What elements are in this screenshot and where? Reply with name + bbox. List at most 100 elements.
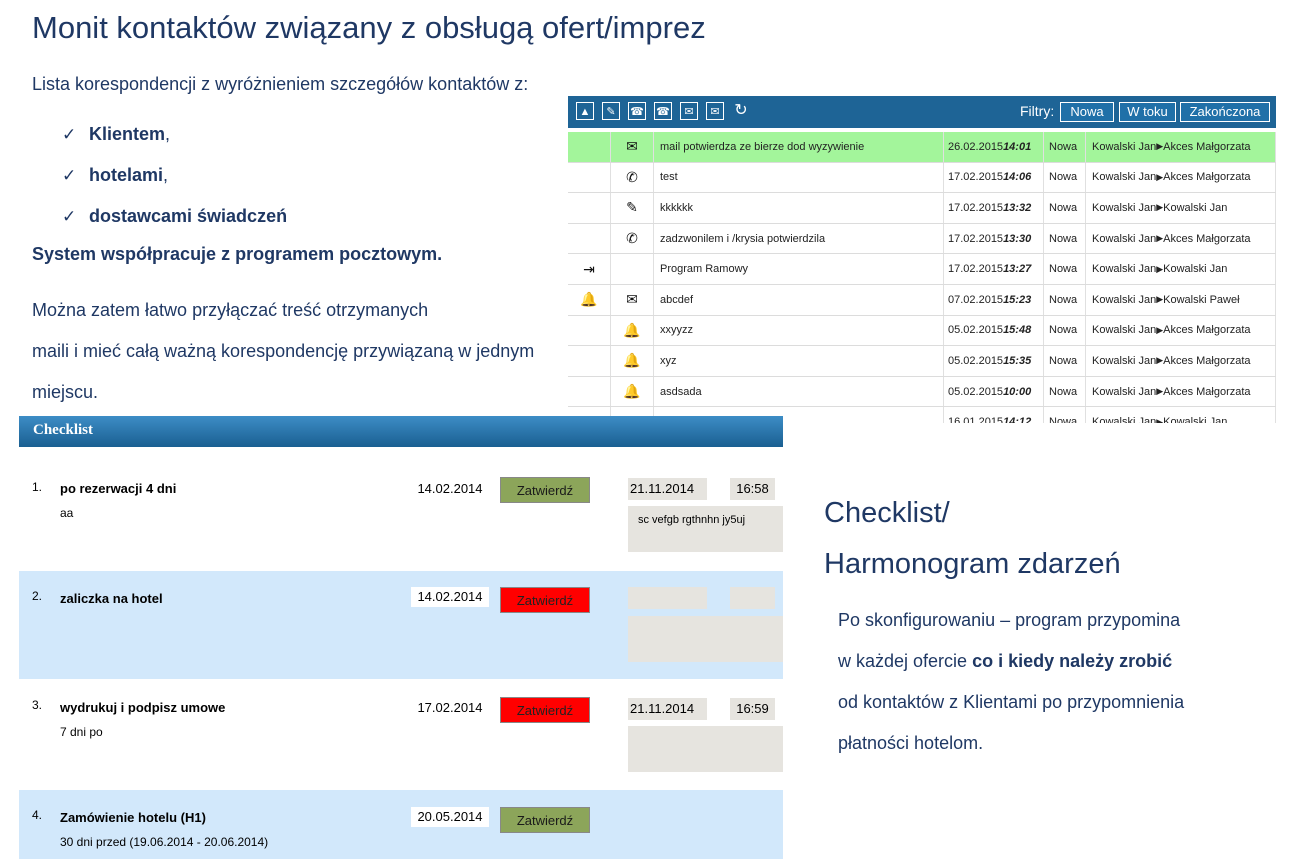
note-field[interactable]: sc vefgb rgthnhn jy5uj — [628, 506, 783, 552]
mail-to: Kowalski Jan — [1163, 263, 1228, 276]
mail-subject-text: zadzwonilem i /krysia potwierdzila — [660, 232, 826, 245]
mail-row-type — [568, 376, 611, 407]
mail-date-text: 17.02.2015 — [948, 201, 1004, 214]
filter-zakonczona-button[interactable]: Zakończona — [1180, 102, 1270, 122]
mail-status: Nowa — [1044, 162, 1086, 193]
confirm-button[interactable]: Zatwierdź — [500, 587, 590, 613]
checklist-heading: Checklist/ Harmonogram zdarzeń — [824, 497, 1121, 580]
filter-nowa-button[interactable]: Nowa — [1060, 102, 1114, 122]
done-time-field[interactable] — [730, 587, 775, 609]
mail-time-text: 15:48 — [1003, 324, 1032, 337]
mail-time-text: 15:23 — [1003, 293, 1032, 306]
mail-time-text: 10:00 — [1003, 385, 1032, 398]
bullet-item: ✓ hotelami, — [62, 165, 169, 185]
mail-status: Nowa — [1044, 284, 1086, 315]
checklist-description: Po skonfigurowaniu – program przypomina … — [838, 610, 1185, 753]
mail-date: 05.02.2015 15:35 — [944, 346, 1044, 376]
done-date-field[interactable]: 21.11.2014 — [628, 698, 707, 720]
mail-row[interactable]: 🔔 ✉ abcdef 07.02.2015 15:23 Nowa Kowalski Jan … — [568, 284, 1276, 316]
arrow-right-icon: ▶ — [1156, 416, 1164, 423]
mail-subject[interactable]: kkkkkk — [654, 193, 944, 223]
done-date-field[interactable]: 21.11.2014 — [628, 478, 707, 500]
mail-from: Kowalski Jan — [1092, 385, 1157, 398]
mail-check-icon: ✉ — [611, 132, 654, 162]
mail-subject[interactable]: zadzwonilem i /krysia potwierdzila — [654, 223, 944, 254]
mail-row[interactable]: 🔔 asdsada 05.02.2015 10:00 Nowa Kowalski Jan … — [568, 376, 1276, 408]
mail-status: Nowa — [1044, 407, 1086, 423]
pencil-icon[interactable]: ✎ — [602, 102, 620, 120]
mail-row[interactable]: 🔔 xyz 05.02.2015 15:35 Nowa Kowalski Jan ▶ Akc… — [568, 346, 1276, 377]
mail-date: 05.02.2015 10:00 — [944, 376, 1044, 407]
phone-icon: ✆ — [611, 223, 654, 254]
checklist-item-date: 20.05.2014 — [411, 807, 489, 827]
mail-from: Kowalski Jan — [1092, 232, 1157, 245]
mail-participants: Kowalski Jan ▶ Akces Małgorzata — [1086, 162, 1276, 193]
mail-row-type — [568, 315, 611, 346]
mail-date-text: 05.02.2015 — [948, 324, 1004, 337]
mail-status: Nowa — [1044, 346, 1086, 376]
export-icon: ⇥ — [568, 254, 611, 284]
alert-icon[interactable]: ▲ — [576, 102, 594, 120]
mail-subject-text: xxyyzz — [660, 324, 693, 337]
mail-row[interactable]: ✆ test 17.02.2015 14:06 Nowa Kowalski Jan ▶ Ak… — [568, 162, 1276, 194]
mail-row[interactable]: ✆ zadzwonilem i /krysia potwierdzila 17.02… — [568, 223, 1276, 255]
intro-text: Lista korespondencji z wyróżnieniem szcz… — [32, 74, 529, 94]
checkmark-icon: ✓ — [62, 165, 77, 185]
mail-subject[interactable]: mail potwierdza ze bierze dod wyzywienie — [654, 132, 944, 162]
done-date-field[interactable] — [628, 587, 707, 609]
mail-from: Kowalski Jan — [1092, 416, 1157, 423]
mail-subject[interactable]: Program Ramowy — [654, 254, 944, 284]
mail-date-text: 05.02.2015 — [948, 385, 1004, 398]
mail-participants: Kowalski Jan ▶ Akces Małgorzata — [1086, 346, 1276, 376]
confirm-button[interactable]: Zatwierdź — [500, 697, 590, 723]
mail-to: Akces Małgorzata — [1163, 324, 1251, 337]
mail-date: 16.01.2015 14:12 — [944, 407, 1044, 423]
mail-subject[interactable]: asdsada — [654, 376, 944, 407]
mail-participants: Kowalski Jan ▶ Kowalski Jan — [1086, 407, 1276, 423]
mail-row[interactable]: ✎ kkkkkk 17.02.2015 13:32 Nowa Kowalski Jan ▶… — [568, 193, 1276, 224]
mail-row[interactable]: ✉ mail potwierdza ze bierze dod wyzywieni… — [568, 132, 1276, 163]
mail-subject[interactable]: abcdef — [654, 284, 944, 315]
mail-edit-icon[interactable]: ✉ — [706, 102, 724, 120]
mail-participants: Kowalski Jan ▶ Akces Małgorzata — [1086, 376, 1276, 407]
refresh-icon[interactable]: ↻ — [732, 102, 750, 120]
mail-subject-text: Program Ramowy — [660, 263, 749, 276]
mail-icon[interactable]: ✉ — [680, 102, 698, 120]
done-time-field[interactable]: 16:59 — [730, 698, 775, 720]
confirm-button[interactable]: Zatwierdź — [500, 477, 590, 503]
checkmark-icon: ✓ — [62, 124, 77, 144]
done-time-field[interactable]: 16:58 — [730, 478, 775, 500]
mail-to: Akces Małgorzata — [1163, 232, 1251, 245]
mail-subject[interactable]: xxyyzz — [654, 315, 944, 346]
bell-icon: 🔔 — [611, 346, 654, 376]
checklist-item-title: Zamówienie hotelu (H1) — [60, 810, 206, 825]
phone-in-icon[interactable]: ☎ — [628, 102, 646, 120]
phone-out-icon[interactable]: ☎ — [654, 102, 672, 120]
checklist-item-date: 17.02.2014 — [417, 700, 483, 715]
mail-subject[interactable]: test — [654, 162, 944, 193]
checklist-item-sub: aa — [60, 506, 74, 520]
bell-icon: 🔔 — [611, 315, 654, 346]
mail-row-type — [568, 346, 611, 376]
mail-time-text: 13:32 — [1003, 201, 1032, 214]
mail-list: ✉ mail potwierdza ze bierze dod wyzywieni… — [568, 132, 1276, 423]
mail-subject-text: kkkkkk — [660, 201, 693, 214]
mail-row[interactable]: ⇥ Program Ramowy 17.02.2015 13:27 Nowa Kowals… — [568, 254, 1276, 285]
mail-from: Kowalski Jan — [1092, 354, 1157, 367]
mail-date: 17.02.2015 13:27 — [944, 254, 1044, 284]
mail-from: Kowalski Jan — [1092, 140, 1157, 153]
mail-participants: Kowalski Jan ▶ Akces Małgorzata — [1086, 132, 1276, 162]
confirm-button[interactable]: Zatwierdź — [500, 807, 590, 833]
checklist-item-date: 14.02.2014 — [417, 481, 483, 496]
mail-row[interactable]: 🔔 xxyyzz 05.02.2015 15:48 Nowa Kowalski Jan ▶… — [568, 315, 1276, 347]
mail-subject[interactable]: xyz — [654, 346, 944, 376]
note-field[interactable] — [628, 616, 783, 662]
filter-w-toku-button[interactable]: W toku — [1119, 102, 1176, 122]
mail-date: 17.02.2015 13:32 — [944, 193, 1044, 223]
mail-subject-text: xyz — [660, 354, 677, 367]
mail-row-type — [568, 132, 611, 162]
mail-from: Kowalski Jan — [1092, 201, 1157, 214]
note-field[interactable] — [628, 726, 783, 772]
easy-text: Można zatem łatwo przyłączać treść otrzy… — [32, 300, 535, 402]
mail-date: 17.02.2015 13:30 — [944, 223, 1044, 254]
